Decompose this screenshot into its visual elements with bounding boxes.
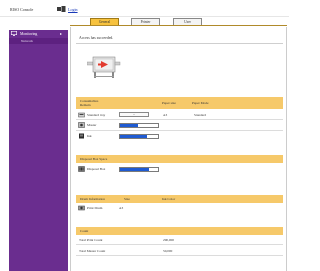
- sidebar-item-label: Monitoring: [20, 31, 38, 36]
- count-header: Count: [76, 227, 283, 235]
- drum-information-label: Drum Information: [80, 197, 105, 201]
- main-panel: Access has succeeded. Consumables Remain…: [70, 27, 287, 271]
- tab-printer[interactable]: Printer: [131, 18, 160, 25]
- column-ink-color: Ink Color: [162, 197, 176, 201]
- sidebar-item-monitoring[interactable]: Monitoring ▸: [9, 30, 68, 37]
- total-master-count-value: 50,000: [163, 249, 173, 253]
- sidebar-item-label: Network: [21, 39, 33, 43]
- paper-tray-select[interactable]: ...: [119, 112, 149, 117]
- master-icon: [78, 122, 85, 128]
- login-link[interactable]: Login: [68, 7, 78, 12]
- total-print-count-label: Total Print Count: [79, 238, 103, 242]
- page-heading: Access has succeeded.: [79, 36, 114, 40]
- consumables-header: Consumables Remain Paper size Paper Mode: [76, 97, 283, 109]
- ink-level-fill: [120, 135, 148, 138]
- disposal-header: Disposal Box Space: [76, 155, 283, 163]
- tab-underline: [70, 25, 287, 26]
- column-size: Size: [124, 197, 130, 201]
- printer-illustration: [87, 56, 121, 78]
- drum-icon: [78, 205, 85, 211]
- drum-size-value: A3: [119, 206, 124, 210]
- disposal-level-bar: [119, 167, 159, 172]
- disposal-box-label: Disposal Box: [87, 167, 106, 171]
- sidebar: Monitoring ▸ Network: [9, 30, 68, 271]
- monitor-icon: [11, 31, 17, 36]
- drum-header: Drum Information Size Ink Color: [76, 195, 283, 203]
- divider: [76, 43, 283, 44]
- disposal-box-icon: [78, 166, 85, 172]
- ink-level-bar: [119, 134, 159, 139]
- print-drum-label: Print Drum: [87, 206, 103, 210]
- ink-icon: [79, 133, 84, 139]
- divider: [76, 244, 283, 245]
- app-title: RISO Console: [10, 7, 34, 12]
- total-print-count-value: 290,000: [163, 238, 175, 242]
- count-label: Count: [80, 229, 89, 233]
- paper-mode-value: Standard: [194, 113, 207, 117]
- chevron-right-icon: ▸: [60, 31, 63, 36]
- remain-label: Remain: [80, 103, 91, 107]
- paper-tray-icon: [78, 112, 85, 118]
- ink-label: Ink: [87, 134, 92, 138]
- paper-size-value: A3: [163, 113, 168, 117]
- sidebar-item-network[interactable]: Network: [9, 38, 68, 44]
- master-level-bar: [119, 123, 159, 128]
- login-icon[interactable]: [57, 6, 66, 12]
- tab-general[interactable]: General: [90, 18, 119, 25]
- master-label: Master: [87, 123, 97, 127]
- column-paper-size: Paper size: [162, 101, 176, 105]
- divider: [76, 130, 283, 131]
- disposal-label: Disposal Box Space: [80, 157, 108, 161]
- divider: [76, 255, 283, 256]
- disposal-level-fill: [120, 168, 149, 171]
- tab-bar: General Printer User: [70, 15, 287, 25]
- total-master-count-label: Total Master Count: [79, 249, 106, 253]
- divider: [76, 119, 283, 120]
- standard-tray-label: Standard tray: [87, 113, 106, 117]
- column-paper-mode: Paper Mode: [192, 101, 209, 105]
- master-level-fill: [120, 124, 139, 127]
- tab-user[interactable]: User: [173, 18, 202, 25]
